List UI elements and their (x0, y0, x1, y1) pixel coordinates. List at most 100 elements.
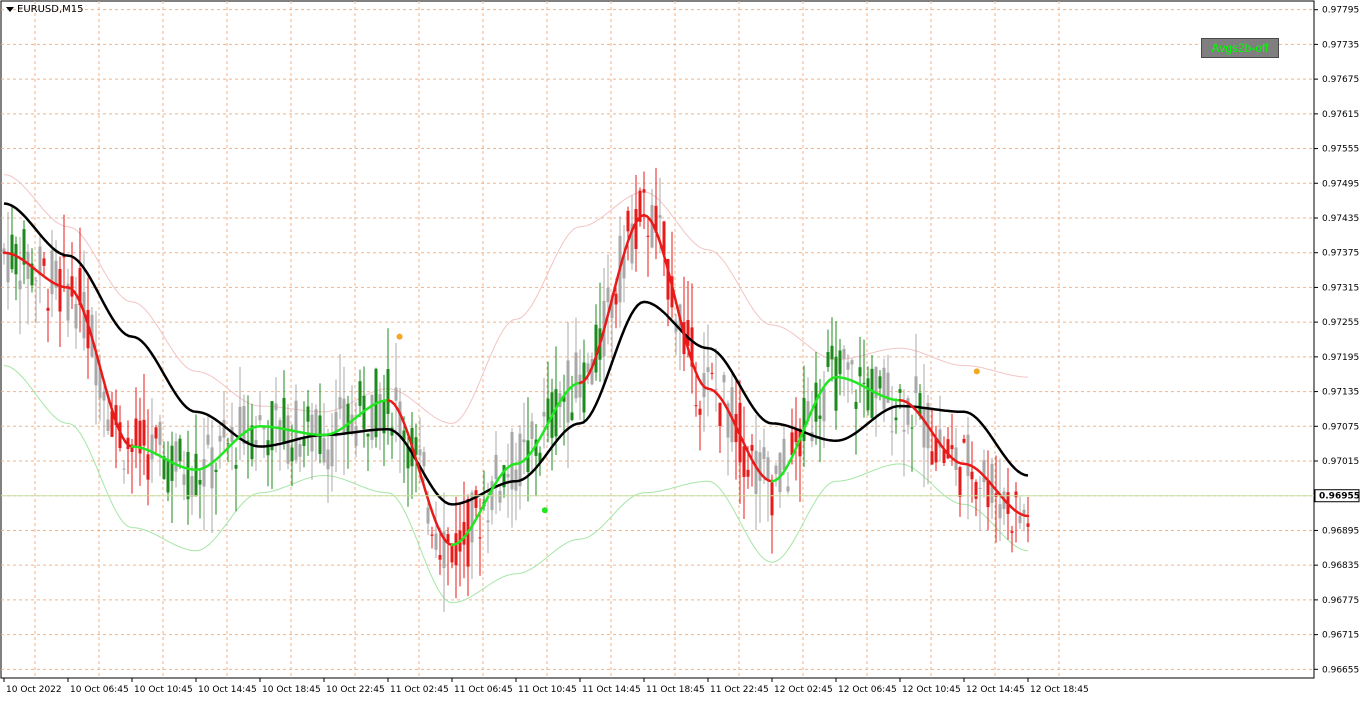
candle-body (542, 412, 546, 417)
candle-body (234, 464, 238, 469)
candle-body (986, 481, 990, 508)
candle-body (834, 356, 838, 411)
candle-body (966, 434, 970, 477)
y-tick-label: 0.96835 (1322, 561, 1359, 571)
candle-body (754, 450, 758, 494)
chart-window[interactable]: 0.97795 0.97735 0.97675 0.97615 0.97555 0.974… (0, 0, 1362, 700)
candle-body (438, 555, 442, 560)
candle-body (778, 452, 782, 493)
candle-body (142, 419, 146, 446)
candle-body (286, 415, 290, 464)
candle-body (250, 425, 254, 460)
candle-body (594, 324, 598, 373)
candle-body (418, 449, 422, 456)
candle-body (498, 490, 502, 503)
x-tick-label: 11 Oct 02:45 (390, 685, 449, 695)
candle-body (750, 444, 754, 451)
candle-body (606, 287, 610, 303)
candle-body (1018, 515, 1022, 524)
candle-body (474, 490, 478, 508)
candle-body (646, 235, 650, 237)
candle-body (710, 372, 714, 374)
candle-body (322, 438, 326, 463)
time-axis[interactable]: 10 Oct 2022 10 Oct 06:45 10 Oct 10:45 10 Oc… (3, 678, 1089, 695)
candle-body (186, 451, 190, 500)
candle-body (890, 431, 894, 433)
candle-body (694, 405, 698, 407)
candle-body (278, 420, 282, 442)
candle-body (346, 403, 350, 433)
candle-body (838, 350, 842, 375)
candle-body (314, 409, 318, 438)
candle-body (786, 486, 790, 492)
candle-body (902, 429, 906, 432)
candle-body (226, 443, 230, 445)
candle-body (494, 454, 498, 479)
candle-body (862, 382, 866, 384)
candle-body (122, 468, 126, 470)
candle-body (766, 457, 770, 481)
candle-body (1026, 523, 1030, 527)
y-tick-label: 0.96715 (1322, 631, 1359, 641)
candle-body (198, 479, 202, 485)
candle-body (358, 381, 362, 406)
candle-body (578, 374, 582, 398)
candle-body (298, 444, 302, 457)
candle-body (974, 482, 978, 499)
y-tick-label: 0.97495 (1322, 179, 1359, 189)
chevron-down-icon[interactable] (6, 7, 14, 12)
candle-body (642, 189, 646, 193)
candle-body (698, 408, 702, 415)
candle-body (898, 389, 902, 393)
candle-body (882, 367, 886, 410)
candle-body (582, 362, 586, 413)
y-tick-label: 0.97015 (1322, 457, 1359, 467)
candle-body (46, 307, 50, 311)
candle-body (34, 280, 38, 282)
indicator-toggle-button[interactable]: Avgs2b-off (1201, 38, 1279, 58)
indicator-toggle-label: Avgs2b-off (1211, 41, 1269, 55)
candle-body (258, 415, 262, 421)
candle-body (330, 433, 334, 467)
candle-body (338, 397, 342, 409)
candle-body (998, 504, 1002, 519)
x-tick-label: 10 Oct 22:45 (326, 685, 385, 695)
candle-body (1010, 531, 1014, 533)
candle-body (50, 250, 54, 295)
candle-body (174, 441, 178, 472)
y-tick-label: 0.97735 (1322, 40, 1359, 50)
candle-body (134, 418, 138, 447)
candle-body (386, 369, 390, 414)
candle-body (66, 283, 70, 321)
candle-body (14, 243, 18, 275)
signal-dot (973, 368, 980, 375)
x-tick-label: 10 Oct 2022 (6, 685, 62, 695)
candle-body (830, 345, 834, 360)
candle-body (302, 439, 306, 446)
price-chart[interactable]: 0.97795 0.97735 0.97675 0.97615 0.97555 0.974… (0, 0, 1362, 700)
candle-body (450, 546, 454, 563)
candle-body (934, 438, 938, 463)
x-tick-label: 12 Oct 14:45 (966, 685, 1025, 695)
x-tick-label: 10 Oct 06:45 (70, 685, 129, 695)
candle-body (202, 458, 206, 487)
candle-body (878, 376, 882, 389)
candle-body (370, 394, 374, 440)
candle-body (282, 397, 286, 444)
x-tick-label: 11 Oct 22:45 (710, 685, 769, 695)
candle-body (626, 210, 630, 232)
candle-body (894, 417, 898, 421)
candle-body (518, 433, 522, 487)
candle-body (522, 439, 526, 443)
x-tick-label: 11 Oct 14:45 (582, 685, 641, 695)
y-tick-label: 0.97795 (1322, 6, 1359, 16)
candle-body (818, 415, 822, 419)
candle-body (206, 434, 210, 445)
candle-body (274, 403, 278, 411)
candle-body (722, 374, 726, 383)
candle-body (950, 445, 954, 450)
symbol-title[interactable]: EURUSD,M15 (6, 4, 83, 15)
price-axis[interactable]: 0.97795 0.97735 0.97675 0.97615 0.97555 0.974… (1314, 6, 1360, 676)
candle-body (194, 453, 198, 496)
signal-dot (541, 507, 548, 514)
